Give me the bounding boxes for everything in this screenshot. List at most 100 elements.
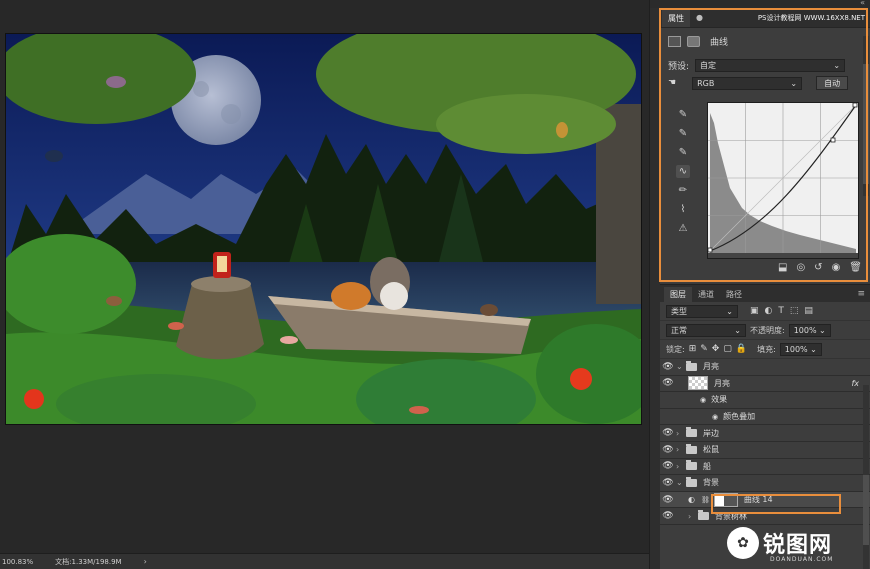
lock-all-icon[interactable]: 🔒: [736, 344, 747, 354]
zoom-level[interactable]: 100.83%: [2, 558, 33, 566]
status-menu-chevron[interactable]: ›: [144, 557, 147, 566]
adjustment-header: 曲线: [660, 32, 870, 50]
tab-channels[interactable]: 通道: [692, 287, 720, 302]
mask-thumbnail[interactable]: [713, 492, 738, 507]
smart-object-filter-icon[interactable]: ▤: [804, 306, 813, 316]
blend-row: 正常 ⌄ 不透明度: 100% ⌄: [660, 321, 870, 340]
layer-row[interactable]: 👁 ⌄ 月亮: [660, 359, 870, 376]
status-bar: 100.83% 文档:1.33M/198.9M ›: [0, 553, 649, 569]
document-canvas[interactable]: [5, 33, 642, 425]
adjustment-filter-icon[interactable]: ◐: [765, 306, 773, 316]
curves-adjustment-icon: [668, 35, 681, 47]
gray-eyedropper-icon[interactable]: ✎: [676, 127, 690, 140]
properties-scrollbar[interactable]: [863, 36, 869, 196]
smooth-icon[interactable]: ⌇: [676, 203, 690, 216]
visibility-eye-icon[interactable]: 👁: [660, 362, 676, 372]
black-eyedropper-icon[interactable]: ✎: [676, 108, 690, 121]
filter-kind-value: 类型: [671, 306, 687, 316]
visibility-eye-icon[interactable]: 👁: [660, 428, 676, 438]
preset-dropdown[interactable]: 自定 ⌄: [695, 58, 846, 72]
fill-input[interactable]: 100% ⌄: [779, 342, 822, 356]
curves-graph[interactable]: [707, 102, 859, 259]
lock-transparency-icon[interactable]: ⊞: [689, 344, 697, 354]
tab-layers[interactable]: 图层: [664, 287, 692, 302]
layer-filter-row: 类型 ⌄ ▣ ◐ T ⬚ ▤: [660, 302, 870, 321]
chevron-down-icon[interactable]: ⌄: [676, 362, 686, 371]
auto-button[interactable]: 自动: [816, 76, 849, 90]
layers-scrollbar[interactable]: [863, 385, 869, 569]
site-logo: ✿ 锐图网: [727, 527, 832, 559]
layer-name: 月亮: [714, 378, 730, 388]
lock-pixels-icon[interactable]: ✎: [700, 344, 708, 354]
layer-row[interactable]: 👁 月亮 fx: [660, 376, 870, 393]
visibility-eye-icon[interactable]: 👁: [660, 495, 676, 505]
layer-row[interactable]: 👁 › 岸边: [660, 425, 870, 442]
visibility-eye-icon[interactable]: 👁: [660, 478, 676, 488]
effect-eye-icon[interactable]: ◉: [712, 413, 718, 421]
layers-tabbar: 图层 通道 路径 ≡: [660, 285, 870, 302]
layer-name: 背景树林: [715, 511, 747, 521]
filter-kind-dropdown[interactable]: 类型 ⌄: [666, 304, 738, 318]
visibility-eye-icon[interactable]: 👁: [660, 378, 676, 388]
filter-icons: ▣ ◐ T ⬚ ▤: [750, 306, 813, 316]
layer-name: 月亮: [703, 362, 719, 372]
folder-icon: [686, 360, 697, 371]
logo-text: 锐图网: [763, 533, 833, 558]
folder-icon: [698, 510, 709, 521]
mask-icon[interactable]: [687, 35, 700, 47]
chevron-right-icon[interactable]: ›: [676, 429, 686, 438]
pixel-filter-icon[interactable]: ▣: [750, 306, 759, 316]
chevron-down-icon: ⌄: [734, 325, 741, 335]
panel-menu-icon[interactable]: ≡: [857, 289, 865, 299]
curve-point-tool-icon[interactable]: ∿: [676, 165, 690, 178]
clip-to-layer-icon[interactable]: ⬓: [778, 262, 787, 273]
trash-icon[interactable]: 🗑: [849, 262, 862, 273]
preset-value: 自定: [700, 60, 717, 70]
collapse-icon[interactable]: «: [860, 0, 865, 7]
type-filter-icon[interactable]: T: [778, 306, 784, 316]
chevron-right-icon[interactable]: ›: [676, 445, 686, 454]
channel-dropdown[interactable]: RGB ⌄: [692, 76, 803, 90]
layer-row[interactable]: ◉ 颜色叠加: [660, 409, 870, 426]
layer-row[interactable]: 👁 › 松鼠: [660, 442, 870, 459]
lock-position-icon[interactable]: ✥: [712, 344, 720, 354]
properties-scroll-thumb[interactable]: [863, 64, 869, 184]
fx-badge[interactable]: fx: [851, 379, 859, 388]
lock-artboard-icon[interactable]: ▢: [723, 344, 732, 354]
chevron-down-icon[interactable]: ⌄: [676, 478, 686, 487]
tab-paths[interactable]: 路径: [720, 287, 748, 302]
clipping-warning-icon[interactable]: ⚠: [676, 222, 690, 235]
chevron-down-icon: ⌄: [790, 78, 798, 88]
white-eyedropper-icon[interactable]: ✎: [676, 146, 690, 159]
layer-row[interactable]: 👁 › 背景树林: [660, 508, 870, 525]
tab-info[interactable]: ●: [690, 10, 709, 27]
target-adjust-hand-icon[interactable]: ☚: [668, 78, 676, 88]
visibility-icon[interactable]: ◉: [832, 262, 841, 273]
layer-row[interactable]: ◉ 效果: [660, 392, 870, 409]
panel-dock-strip: [650, 8, 660, 569]
effect-eye-icon[interactable]: ◉: [700, 396, 706, 404]
chevron-down-icon: ⌄: [726, 306, 733, 316]
link-icon[interactable]: ⛓: [701, 496, 710, 504]
view-previous-icon[interactable]: ◎: [796, 262, 805, 273]
reset-icon[interactable]: ↺: [814, 262, 822, 273]
shape-filter-icon[interactable]: ⬚: [790, 306, 799, 316]
layer-row[interactable]: 👁 ◐ ⛓ 曲线 14: [660, 491, 870, 509]
chevron-right-icon[interactable]: ›: [676, 462, 686, 471]
opacity-input[interactable]: 100% ⌄: [788, 323, 831, 337]
layers-scroll-thumb[interactable]: [863, 475, 869, 545]
layer-row[interactable]: 👁 ⌄ 背景: [660, 475, 870, 492]
forest-night-artwork: [6, 34, 641, 424]
panel-collapse-bar[interactable]: «: [650, 0, 870, 8]
pencil-icon[interactable]: ✏: [676, 184, 690, 197]
layer-name: 松鼠: [703, 445, 719, 455]
visibility-eye-icon[interactable]: 👁: [660, 445, 676, 455]
chevron-right-icon[interactable]: ›: [688, 512, 698, 521]
tab-properties[interactable]: 属性: [662, 10, 690, 27]
layer-name: 效果: [711, 395, 728, 405]
visibility-eye-icon[interactable]: 👁: [660, 511, 676, 521]
visibility-eye-icon[interactable]: 👁: [660, 461, 676, 471]
channel-value: RGB: [697, 78, 715, 88]
layer-row[interactable]: 👁 › 船: [660, 459, 870, 476]
blend-mode-dropdown[interactable]: 正常 ⌄: [666, 323, 746, 337]
